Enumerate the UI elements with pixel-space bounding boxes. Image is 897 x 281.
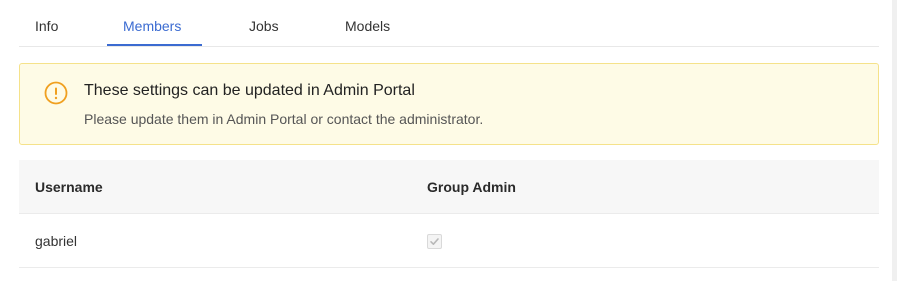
tab-info[interactable]: Info: [35, 0, 58, 47]
tab-bar: Info Members Jobs Models: [19, 0, 879, 47]
group-admin-checkbox[interactable]: [427, 234, 442, 249]
table-header: Username Group Admin: [19, 160, 879, 214]
username-cell: gabriel: [35, 233, 78, 249]
tab-jobs[interactable]: Jobs: [249, 0, 279, 47]
warning-circle-icon: [44, 81, 68, 105]
table-row: gabriel: [19, 214, 879, 268]
column-header-username: Username: [35, 179, 103, 195]
alert-title: These settings can be updated in Admin P…: [84, 82, 415, 99]
tab-members[interactable]: Members: [123, 0, 181, 47]
tab-models[interactable]: Models: [345, 0, 390, 47]
column-header-group-admin: Group Admin: [427, 179, 516, 195]
alert-description: Please update them in Admin Portal or co…: [84, 111, 484, 127]
info-alert: These settings can be updated in Admin P…: [19, 63, 879, 145]
active-tab-indicator: [107, 44, 202, 46]
group-detail-panel: Info Members Jobs Models These settings …: [0, 0, 892, 281]
check-icon: [430, 238, 439, 245]
members-table: Username Group Admin gabriel: [19, 160, 879, 268]
